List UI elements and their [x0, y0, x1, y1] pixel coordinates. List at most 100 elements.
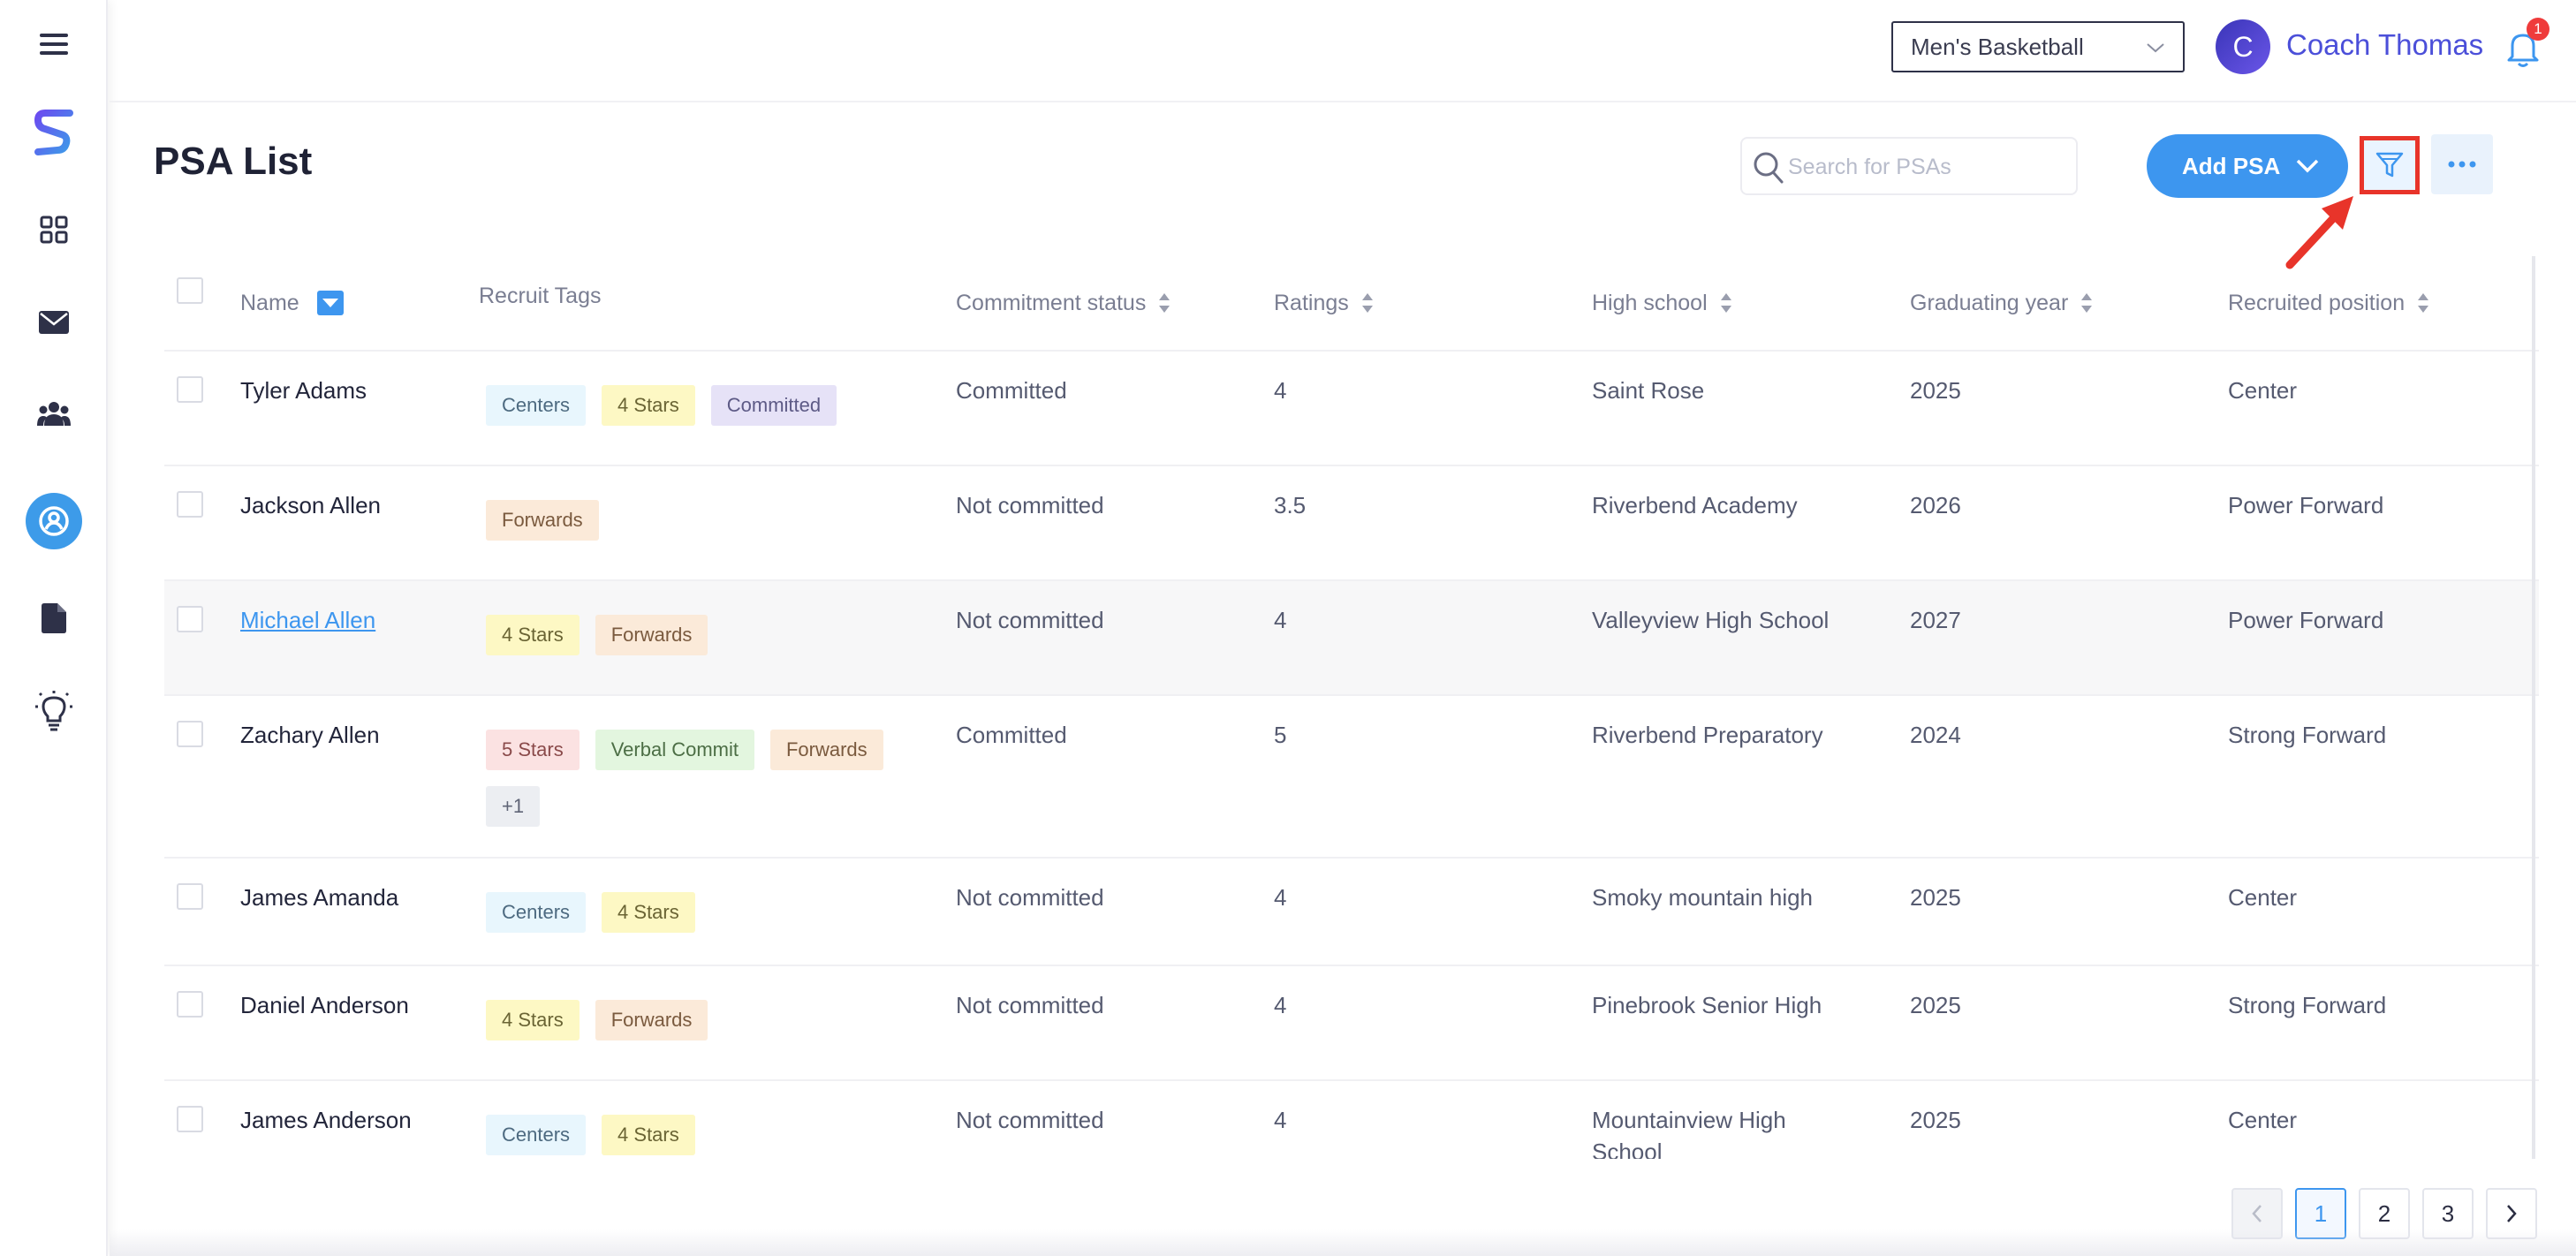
recruit-tag: 4 Stars — [602, 892, 695, 933]
table-row[interactable]: Tyler Adams Centers 4 Stars Committed Commit… — [164, 350, 2539, 465]
table-row[interactable]: Michael Allen 4 Stars Forwards Not committe… — [164, 579, 2539, 694]
recruit-tags: Centers 4 Stars — [486, 1115, 910, 1155]
recruit-search-icon[interactable] — [26, 493, 82, 549]
more-options-button[interactable] — [2431, 134, 2493, 194]
recruited-position: Strong Forward — [2228, 992, 2387, 1018]
recruited-position: Center — [2228, 1107, 2298, 1133]
row-checkbox[interactable] — [177, 376, 203, 403]
table-scrollbar[interactable] — [2532, 256, 2535, 1159]
filter-icon — [2375, 152, 2404, 178]
recruit-tag: 4 Stars — [602, 385, 695, 426]
psa-name[interactable]: Jackson Allen — [240, 489, 381, 521]
row-checkbox[interactable] — [177, 721, 203, 747]
more-dots-icon — [2448, 161, 2476, 168]
lightbulb-icon[interactable] — [0, 676, 108, 746]
recruit-tags: 5 Stars Verbal Commit Forwards +1 — [486, 730, 910, 827]
high-school: Valleyview High School — [1592, 607, 1830, 633]
table-row[interactable]: Daniel Anderson 4 Stars Forwards Not commit… — [164, 965, 2539, 1079]
row-checkbox[interactable] — [177, 1106, 203, 1132]
table-row[interactable]: Zachary Allen 5 Stars Verbal Commit Forward… — [164, 694, 2539, 857]
rating: 4 — [1274, 377, 1287, 404]
document-icon[interactable] — [0, 583, 108, 654]
graduating-year: 2026 — [1910, 492, 1961, 518]
recruit-tag: Committed — [710, 385, 837, 426]
table-row[interactable]: James Anderson Centers 4 Stars Not committe… — [164, 1079, 2539, 1159]
recruit-tag: 5 Stars — [486, 730, 580, 770]
page-title: PSA List — [154, 140, 313, 183]
psa-name[interactable]: James Anderson — [240, 1104, 412, 1136]
column-header-commitment[interactable]: Commitment status — [956, 256, 1171, 350]
column-header-ratings[interactable]: Ratings — [1274, 256, 1374, 350]
column-header-tags: Recruit Tags — [479, 256, 602, 343]
column-header-position[interactable]: Recruited position — [2228, 256, 2429, 350]
column-header-year[interactable]: Graduating year — [1910, 256, 2093, 350]
chevron-left-icon — [2252, 1205, 2262, 1222]
column-header-label: Recruit Tags — [479, 283, 602, 308]
team-icon[interactable] — [0, 378, 108, 449]
commitment-status: Not committed — [956, 992, 1104, 1018]
search-input[interactable] — [1788, 149, 2071, 185]
recruited-position: Center — [2228, 884, 2298, 911]
recruit-tag: Verbal Commit — [595, 730, 754, 770]
row-checkbox[interactable] — [177, 606, 203, 632]
rating: 3.5 — [1274, 492, 1307, 518]
row-checkbox[interactable] — [177, 883, 203, 910]
table-row[interactable]: Jackson Allen Forwards Not committed 3.5 Riv… — [164, 465, 2539, 579]
psa-name[interactable]: Tyler Adams — [240, 375, 367, 406]
psa-name[interactable]: James Amanda — [240, 881, 398, 913]
high-school: Riverbend Academy — [1592, 492, 1798, 518]
psa-name[interactable]: Michael Allen — [240, 604, 375, 636]
column-header-label: Commitment status — [956, 290, 1147, 315]
recruit-tag: Forwards — [595, 615, 708, 655]
column-header-label: Ratings — [1274, 290, 1349, 315]
graduating-year: 2024 — [1910, 722, 1961, 748]
add-psa-button[interactable]: Add PSA — [2147, 134, 2348, 198]
app-logo-icon[interactable] — [0, 97, 108, 168]
filter-button[interactable] — [2360, 136, 2420, 194]
hamburger-menu-icon[interactable] — [0, 9, 108, 79]
graduating-year: 2025 — [1910, 1107, 1961, 1133]
row-checkbox[interactable] — [177, 991, 203, 1018]
recruit-tag: Forwards — [486, 500, 599, 541]
recruit-tag: Forwards — [595, 1000, 708, 1040]
column-header-name[interactable]: Name — [240, 256, 344, 350]
high-school: Saint Rose — [1592, 377, 1705, 404]
dashboard-grid-icon[interactable] — [0, 194, 108, 265]
table-row[interactable]: James Amanda Centers 4 Stars Not committed 4… — [164, 857, 2539, 965]
sort-desc-icon[interactable] — [316, 291, 344, 315]
bottom-shadow — [110, 1230, 2576, 1256]
user-name[interactable]: Coach Thomas — [2286, 28, 2483, 62]
psa-name[interactable]: Zachary Allen — [240, 719, 380, 751]
sort-icon — [2081, 293, 2093, 313]
search-box[interactable] — [1740, 137, 2078, 195]
recruited-position: Strong Forward — [2228, 722, 2387, 748]
mail-icon[interactable] — [0, 287, 108, 358]
avatar[interactable]: C — [2216, 19, 2270, 74]
sport-select[interactable]: Men's Basketball — [1891, 21, 2185, 72]
recruit-tag[interactable]: +1 — [486, 786, 541, 827]
sort-icon — [1720, 293, 1731, 313]
column-header-school[interactable]: High school — [1592, 256, 1732, 350]
commitment-status: Not committed — [956, 492, 1104, 518]
commitment-status: Not committed — [956, 884, 1104, 911]
high-school: Riverbend Preparatory — [1592, 722, 1823, 748]
chevron-down-icon — [2147, 43, 2164, 53]
row-checkbox[interactable] — [177, 491, 203, 518]
select-all-checkbox[interactable] — [177, 277, 203, 304]
rating: 4 — [1274, 992, 1287, 1018]
recruit-tag: 4 Stars — [486, 615, 580, 655]
psa-table: Name Recruit Tags Commitment status Rati… — [164, 256, 2539, 1159]
commitment-status: Not committed — [956, 607, 1104, 633]
psa-name[interactable]: Daniel Anderson — [240, 989, 409, 1021]
sort-icon — [1361, 293, 1373, 313]
graduating-year: 2025 — [1910, 884, 1961, 911]
high-school: Mountainview High School — [1592, 1107, 1786, 1159]
column-header-label: Recruited position — [2228, 290, 2406, 315]
sort-icon — [2418, 293, 2429, 313]
column-header-label: Graduating year — [1910, 290, 2069, 315]
rating: 4 — [1274, 884, 1287, 911]
recruited-position: Power Forward — [2228, 492, 2384, 518]
recruit-tag: Forwards — [769, 730, 883, 770]
sport-select-value: Men's Basketball — [1911, 33, 2084, 60]
commitment-status: Committed — [956, 377, 1067, 404]
